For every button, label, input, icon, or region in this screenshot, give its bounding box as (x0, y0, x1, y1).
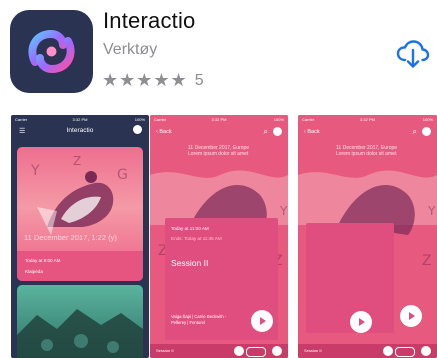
search-icon: ⌕ (263, 127, 268, 136)
back-label: Back (307, 129, 320, 135)
screenshot-3[interactable]: Z Z Y Carrier 3:32 PM 100% ‹ Back ⌕ 11 D… (298, 115, 437, 358)
event-header: 11 December 2017, Europe Lorem ipsum dol… (188, 145, 249, 157)
session-panel: Today at 11:00 AM Ends: Today at 11:45 A… (165, 218, 278, 340)
session-start: Today at 11:00 AM (171, 226, 209, 231)
svg-text:Z: Z (73, 154, 81, 168)
search-icon: ⌕ (412, 127, 417, 136)
card-info: Today at 9:00 AM Klaipėda (17, 251, 143, 281)
bottom-player-bar: Session II (150, 344, 288, 358)
chat-icon (422, 127, 431, 136)
event-header-subtitle: Lorem ipsum dolor sit amet (336, 151, 397, 157)
back-button: ‹ Back (156, 129, 172, 135)
status-bar: Carrier 3:32 PM 100% (150, 115, 288, 123)
bottom-label: Session II (156, 348, 174, 353)
app-title: Interactio (103, 8, 196, 33)
download-cloud-icon[interactable] (396, 40, 430, 68)
language-pill (246, 347, 266, 357)
event-card-photo (17, 285, 143, 358)
status-time: 3:32 PM (360, 117, 375, 122)
rating-count: 5 (194, 71, 204, 89)
svg-text:G: G (117, 167, 128, 183)
rating: ★★★★★ 5 (102, 70, 204, 91)
svg-text:Y: Y (279, 204, 288, 218)
status-time: 3:32 PM (211, 117, 227, 122)
back-button: ‹ Back (304, 129, 320, 135)
nav-title: Interactio (66, 127, 94, 134)
developer-name[interactable]: Verktøy (103, 41, 157, 59)
status-bar: Carrier 3:32 PM 100% (298, 115, 437, 123)
play-small-icon (234, 346, 244, 356)
card-time: Today at 9:00 AM (25, 258, 61, 263)
chat-icon (273, 127, 282, 136)
play-icon (251, 310, 273, 332)
chat-icon (133, 125, 142, 134)
svg-text:Y: Y (427, 204, 436, 218)
status-battery: 100% (134, 117, 145, 122)
svg-text:Z: Z (422, 253, 432, 269)
bottom-player-bar: Session II (298, 344, 437, 358)
session-end: Ends: Today at 11:45 AM (171, 236, 222, 241)
status-bar: Carrier 3:32 PM 100% (11, 115, 149, 123)
event-header: 11 December 2017, Europe Lorem ipsum dol… (336, 145, 397, 157)
event-card: Y Z G 11 December 2017, 1:22 (y) Today a… (17, 147, 143, 281)
session-panel-sliding (306, 223, 394, 333)
menu-icon: ☰ (19, 128, 26, 135)
status-time: 3:32 PM (72, 117, 88, 122)
svg-text:Y: Y (30, 163, 40, 179)
screenshot-2[interactable]: Z Z Y Carrier 3:32 PM 100% ‹ Back ⌕ 11 D… (150, 115, 288, 358)
play-icon-2 (400, 305, 422, 327)
card-date: 11 December 2017, 1:22 (y) (24, 233, 117, 242)
card-location: Klaipėda (25, 269, 43, 274)
nav-bar: ‹ Back ⌕ (298, 124, 437, 140)
back-label: Back (159, 129, 172, 135)
nav-bar: ‹ Back ⌕ (150, 124, 288, 140)
screenshot-1[interactable]: Carrier 3:32 PM 100% ☰ Interactio Y Z G … (11, 115, 149, 358)
settings-icon (421, 346, 431, 356)
play-small-icon (383, 346, 393, 356)
status-battery: 100% (273, 117, 284, 122)
language-pill (395, 347, 415, 357)
play-icon (350, 311, 372, 333)
rating-stars: ★★★★★ (102, 70, 188, 90)
settings-icon (272, 346, 282, 356)
interactio-logo-icon (28, 29, 75, 74)
crowd-photo (17, 309, 143, 358)
bottom-label: Session II (304, 348, 322, 353)
session-speakers: Vaiga Šapi | Carrie Beckwith - Pellerey … (171, 314, 227, 325)
event-header-subtitle: Lorem ipsum dolor sit amet (188, 151, 249, 157)
status-battery: 100% (422, 117, 433, 122)
session-title: Session II (171, 258, 209, 268)
app-icon (10, 10, 93, 93)
nav-bar: ☰ Interactio (11, 124, 149, 138)
